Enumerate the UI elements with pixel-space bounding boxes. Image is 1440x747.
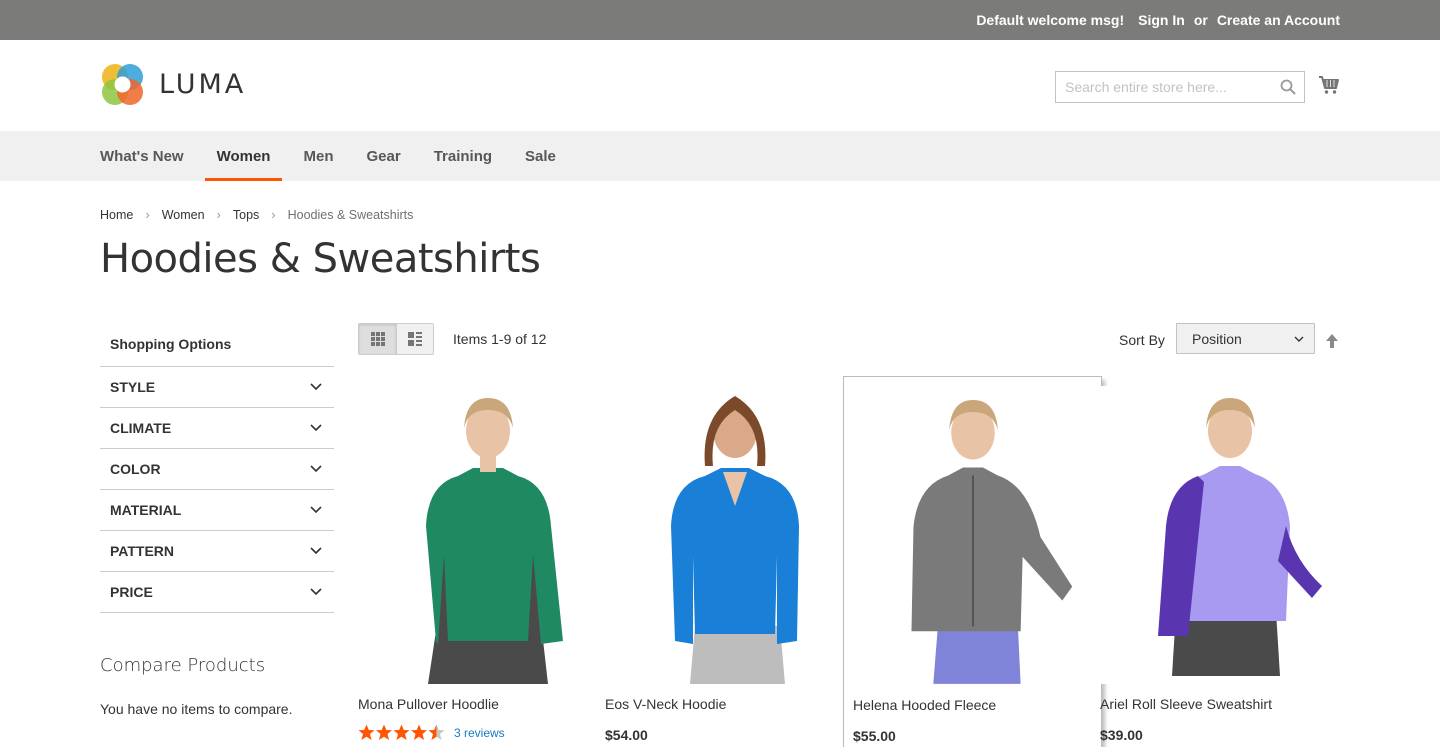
sort-select[interactable]: Position: [1176, 323, 1315, 354]
arrow-up-icon[interactable]: [1325, 333, 1339, 349]
shopping-options-title: Shopping Options: [100, 322, 334, 367]
breadcrumb-tops[interactable]: Tops: [233, 208, 259, 222]
product-price: $55.00: [853, 728, 896, 744]
nav-label: Gear: [366, 147, 401, 165]
luma-logo-icon: [102, 64, 143, 105]
product-price: $39.00: [1100, 727, 1143, 743]
breadcrumb-women[interactable]: Women: [162, 208, 205, 222]
filter-label: STYLE: [110, 379, 156, 395]
chevron-right-icon: ›: [216, 207, 221, 222]
chevron-right-icon: ›: [271, 207, 276, 222]
product-item[interactable]: Ariel Roll Sleeve Sweatshirt $39.00: [1100, 376, 1359, 747]
sort-value: Position: [1192, 330, 1242, 347]
filter-label: PRICE: [110, 584, 153, 600]
product-image[interactable]: [358, 386, 617, 684]
product-item[interactable]: Eos V-Neck Hoodie $54.00: [605, 376, 864, 747]
product-image[interactable]: [844, 387, 1101, 685]
nav-item-men[interactable]: Men: [291, 131, 345, 181]
product-name[interactable]: Mona Pullover Hoodlie: [358, 696, 499, 712]
header-links: Default welcome msg! Sign In or Create a…: [976, 0, 1340, 40]
nav-item-women[interactable]: Women: [204, 131, 283, 181]
product-item[interactable]: Helena Hooded Fleece $55.00: [843, 376, 1102, 747]
filter-price[interactable]: PRICE: [100, 572, 334, 613]
nav-label: Sale: [525, 147, 556, 165]
filter-label: CLIMATE: [110, 420, 172, 436]
top-bar: Default welcome msg! Sign In or Create a…: [0, 0, 1440, 40]
rating-stars-icon: [358, 724, 445, 740]
sidebar: Shopping Options STYLE CLIMATE COLOR MAT…: [100, 322, 334, 613]
search-box: [1055, 71, 1305, 103]
filter-material[interactable]: MATERIAL: [100, 490, 334, 531]
sign-in-link[interactable]: Sign In: [1138, 12, 1185, 28]
nav-item-gear[interactable]: Gear: [354, 131, 412, 181]
nav-item-sale[interactable]: Sale: [513, 131, 568, 181]
nav-item-whats-new[interactable]: What's New: [100, 131, 196, 181]
list-view-button[interactable]: [396, 324, 433, 354]
compare-empty-message: You have no items to compare.: [100, 701, 293, 717]
chevron-down-icon: [310, 547, 322, 555]
nav-label: What's New: [100, 147, 184, 165]
reviews-link[interactable]: 3 reviews: [454, 726, 505, 740]
nav-label: Men: [303, 147, 334, 165]
product-name[interactable]: Eos V-Neck Hoodie: [605, 696, 726, 712]
create-account-link[interactable]: Create an Account: [1217, 12, 1340, 28]
logo[interactable]: LUMA: [100, 62, 246, 107]
page-title: Hoodies & Sweatshirts: [100, 236, 541, 282]
filter-pattern[interactable]: PATTERN: [100, 531, 334, 572]
chevron-down-icon: [310, 383, 322, 391]
grid-icon: [370, 332, 385, 346]
chevron-right-icon: ›: [145, 207, 150, 222]
compare-products-title: Compare Products: [100, 655, 266, 676]
breadcrumb: Home › Women › Tops › Hoodies & Sweatshi…: [100, 207, 413, 222]
product-name[interactable]: Ariel Roll Sleeve Sweatshirt: [1100, 696, 1272, 712]
filter-color[interactable]: COLOR: [100, 449, 334, 490]
product-name[interactable]: Helena Hooded Fleece: [853, 697, 996, 713]
chevron-down-icon: [310, 424, 322, 432]
product-price: $54.00: [605, 727, 648, 743]
filter-style[interactable]: STYLE: [100, 367, 334, 408]
or-text: or: [1193, 12, 1208, 28]
sort-by-label: Sort By: [1119, 332, 1165, 348]
product-image[interactable]: [1100, 386, 1359, 684]
filter-label: PATTERN: [110, 543, 175, 559]
chevron-down-icon: [310, 465, 322, 473]
chevron-down-icon: [1294, 336, 1304, 342]
chevron-down-icon: [310, 506, 322, 514]
view-mode-switcher: [358, 323, 434, 355]
breadcrumb-current: Hoodies & Sweatshirts: [287, 207, 414, 222]
filter-climate[interactable]: CLIMATE: [100, 408, 334, 449]
chevron-down-icon: [310, 588, 322, 596]
search-icon[interactable]: [1280, 79, 1296, 95]
product-rating: 3 reviews: [358, 724, 505, 741]
filter-label: COLOR: [110, 461, 161, 477]
nav-label: Women: [216, 147, 271, 165]
list-icon: [408, 332, 422, 346]
welcome-message: Default welcome msg!: [976, 12, 1125, 28]
breadcrumb-home[interactable]: Home: [100, 208, 133, 222]
product-image[interactable]: [605, 386, 864, 684]
cart-icon[interactable]: [1318, 74, 1340, 96]
nav-label: Training: [433, 147, 493, 165]
search-input[interactable]: [1056, 72, 1304, 102]
main-nav: What's New Women Men Gear Training Sale: [0, 131, 1440, 181]
grid-view-button[interactable]: [359, 324, 396, 354]
filter-label: MATERIAL: [110, 502, 182, 518]
product-item[interactable]: Mona Pullover Hoodlie 3 reviews: [358, 376, 617, 747]
nav-item-training[interactable]: Training: [422, 131, 504, 181]
logo-text: LUMA: [159, 69, 247, 100]
items-count: Items 1-9 of 12: [453, 331, 547, 347]
